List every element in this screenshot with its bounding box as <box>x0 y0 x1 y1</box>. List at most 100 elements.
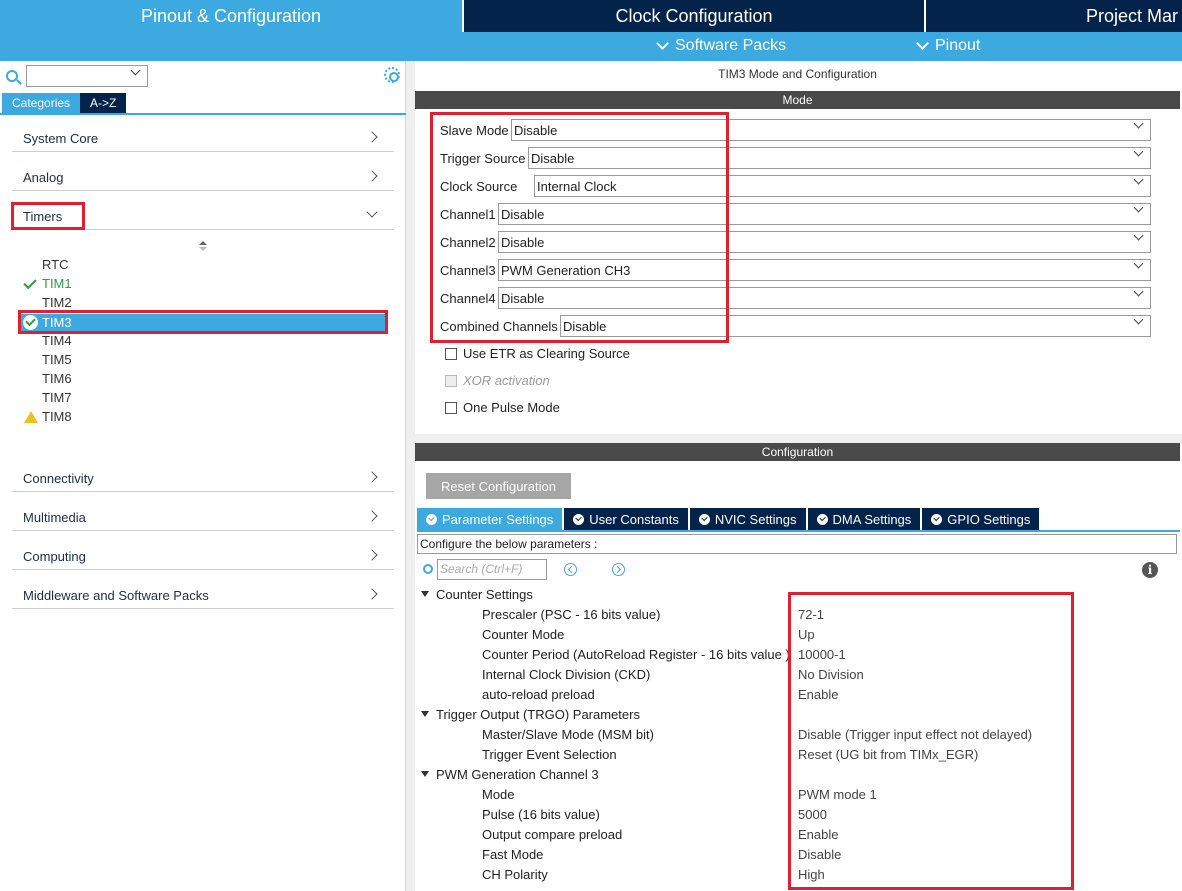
param-name: Internal Clock Division (CKD) <box>482 666 651 682</box>
chevron-down-icon <box>1133 202 1144 213</box>
next-match-icon[interactable] <box>612 563 625 576</box>
checkbox-label: Use ETR as Clearing Source <box>463 346 630 361</box>
chevron-down-icon <box>1133 230 1144 241</box>
tab-categories[interactable]: Categories <box>2 93 81 113</box>
check-circle-icon <box>573 513 585 525</box>
use-etr-checkbox[interactable]: Use ETR as Clearing Source <box>445 346 630 361</box>
category-label: Middleware and Software Packs <box>23 587 209 603</box>
tab-label: GPIO Settings <box>947 511 1031 527</box>
check-circle-icon <box>931 513 943 525</box>
check-circle-icon <box>698 513 710 525</box>
gear-icon[interactable] <box>384 67 400 83</box>
panel-splitter[interactable] <box>406 61 415 891</box>
group-label: PWM Generation Channel 3 <box>436 766 599 782</box>
param-name: auto-reload preload <box>482 686 595 702</box>
timer-item-tim8[interactable]: TIM8 <box>42 407 72 426</box>
section-separator <box>415 434 1182 443</box>
previous-match-icon[interactable] <box>564 563 577 576</box>
param-group-pwm-channel3[interactable]: PWM Generation Channel 3 <box>421 764 599 784</box>
check-circle-icon <box>816 513 828 525</box>
chevron-right-icon <box>366 588 378 600</box>
configuration-header: Configuration <box>415 443 1180 461</box>
checkbox-box[interactable] <box>445 347 457 360</box>
tab-clock-configuration[interactable]: Clock Configuration <box>462 0 924 32</box>
param-name: Counter Period (AutoReload Register - 16… <box>482 646 790 662</box>
chevron-down-icon <box>916 37 929 50</box>
category-analog[interactable]: Analog <box>12 164 394 191</box>
category-label: Computing <box>23 548 86 564</box>
checkbox-label: One Pulse Mode <box>463 400 560 415</box>
top-tab-bar: Pinout & Configuration Clock Configurati… <box>0 0 1182 32</box>
tab-label: User Constants <box>589 511 679 527</box>
param-name: Fast Mode <box>482 846 544 862</box>
pinout-label: Pinout <box>935 37 981 54</box>
timer-item-tim1[interactable]: TIM1 <box>42 274 72 293</box>
tab-parameter-settings[interactable]: Parameter Settings <box>417 508 563 530</box>
parameter-search-input[interactable]: Search (Ctrl+F) <box>437 559 547 580</box>
configure-note: Configure the below parameters : <box>417 534 1177 554</box>
chevron-right-icon <box>366 549 378 561</box>
category-connectivity[interactable]: Connectivity <box>12 465 394 492</box>
category-label: System Core <box>23 130 99 146</box>
category-label: Connectivity <box>23 470 94 486</box>
sort-icon[interactable] <box>198 241 208 255</box>
category-multimedia[interactable]: Multimedia <box>12 504 394 531</box>
timer-item-rtc[interactable]: RTC <box>42 255 68 274</box>
mode-header: Mode <box>415 91 1180 109</box>
group-label: Counter Settings <box>436 586 533 602</box>
chevron-right-icon <box>366 471 378 483</box>
category-computing[interactable]: Computing <box>12 543 394 570</box>
tab-pinout-configuration[interactable]: Pinout & Configuration <box>0 0 462 32</box>
tab-label: NVIC Settings <box>714 511 797 527</box>
reset-configuration-button[interactable]: Reset Configuration <box>426 473 571 499</box>
param-name: Master/Slave Mode (MSM bit) <box>482 726 654 742</box>
param-name: Mode <box>482 786 515 802</box>
param-name: Counter Mode <box>482 626 565 642</box>
search-icon <box>6 70 18 82</box>
param-name: Output compare preload <box>482 826 623 842</box>
tab-a-z[interactable]: A->Z <box>80 93 127 113</box>
one-pulse-mode-checkbox[interactable]: One Pulse Mode <box>445 400 560 415</box>
search-icon <box>423 564 433 574</box>
check-icon <box>23 275 37 290</box>
info-icon[interactable]: i <box>1142 562 1158 578</box>
timer-item-tim6[interactable]: TIM6 <box>42 369 72 388</box>
tab-underline <box>417 530 1180 532</box>
chevron-down-icon <box>1133 118 1144 129</box>
tab-label: Parameter Settings <box>442 511 554 527</box>
tab-user-constants[interactable]: User Constants <box>564 508 688 530</box>
tab-label: DMA Settings <box>832 511 912 527</box>
collapse-triangle-icon <box>421 771 429 777</box>
software-packs-menu[interactable]: Software Packs <box>656 37 787 55</box>
chevron-down-icon <box>1133 258 1144 269</box>
timer-item-tim5[interactable]: TIM5 <box>42 350 72 369</box>
timer-item-tim4[interactable]: TIM4 <box>42 331 72 350</box>
param-group-trigger-output[interactable]: Trigger Output (TRGO) Parameters <box>421 704 640 724</box>
left-panel: Categories A->Z System Core Analog Timer… <box>0 61 406 891</box>
tab-gpio-settings[interactable]: GPIO Settings <box>922 508 1040 530</box>
config-tabs: Parameter Settings User Constants NVIC S… <box>417 508 1041 530</box>
pinout-menu[interactable]: Pinout <box>916 37 981 55</box>
sub-toolbar: Software Packs Pinout <box>0 32 1182 61</box>
category-system-core[interactable]: System Core <box>12 125 394 152</box>
tab-underline <box>0 113 406 115</box>
category-search-combo[interactable] <box>26 65 148 87</box>
tab-dma-settings[interactable]: DMA Settings <box>807 508 921 530</box>
category-middleware[interactable]: Middleware and Software Packs <box>12 582 394 609</box>
highlight-box-tim3 <box>18 310 388 334</box>
timer-item-tim7[interactable]: TIM7 <box>42 388 72 407</box>
check-circle-icon <box>426 513 437 525</box>
collapse-triangle-icon <box>421 711 429 717</box>
software-packs-label: Software Packs <box>675 37 787 54</box>
panel-title: TIM3 Mode and Configuration <box>718 67 877 81</box>
category-tabs: Categories A->Z <box>2 93 127 113</box>
checkbox-label: XOR activation <box>463 373 550 388</box>
param-name: CH Polarity <box>482 866 548 882</box>
xor-activation-checkbox: XOR activation <box>445 373 550 388</box>
category-label: Analog <box>23 169 64 185</box>
tab-project-manager[interactable]: Project Mar <box>924 0 1182 32</box>
chevron-down-icon <box>366 206 378 218</box>
tab-nvic-settings[interactable]: NVIC Settings <box>689 508 806 530</box>
param-group-counter-settings[interactable]: Counter Settings <box>421 584 533 604</box>
checkbox-box[interactable] <box>445 401 457 414</box>
